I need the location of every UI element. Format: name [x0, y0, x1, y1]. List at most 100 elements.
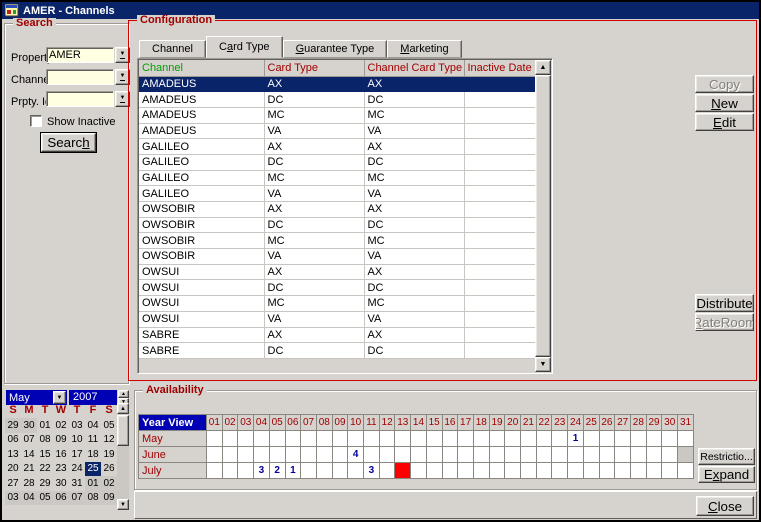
availability-cell[interactable]: [598, 446, 616, 463]
availability-cell[interactable]: [253, 430, 270, 447]
availability-cell[interactable]: [253, 446, 270, 463]
table-row[interactable]: GALILEO MC MC: [139, 170, 536, 187]
calendar-day[interactable]: 14: [21, 447, 37, 462]
calendar-day[interactable]: 12: [101, 433, 117, 448]
availability-cell[interactable]: [472, 446, 490, 463]
availability-cell[interactable]: [551, 462, 569, 479]
availability-cell[interactable]: [677, 446, 694, 463]
availability-cell[interactable]: [457, 446, 474, 463]
scroll-up-button[interactable]: ▲: [117, 403, 129, 414]
availability-cell[interactable]: [614, 462, 631, 479]
availability-cell[interactable]: [315, 462, 333, 479]
table-row[interactable]: OWSUI DC DC: [139, 279, 536, 297]
availability-cell[interactable]: [284, 430, 302, 447]
availability-cell[interactable]: 2: [268, 462, 286, 479]
availability-cell[interactable]: [206, 462, 223, 479]
availability-cell[interactable]: [410, 462, 427, 479]
calendar-day[interactable]: 22: [37, 462, 53, 477]
calendar-day[interactable]: 28: [21, 476, 37, 491]
availability-cell[interactable]: [629, 446, 647, 463]
calendar-day[interactable]: 19: [101, 447, 117, 462]
availability-cell[interactable]: [472, 430, 490, 447]
availability-cell[interactable]: [315, 446, 333, 463]
table-row[interactable]: OWSOBIR VA VA: [139, 248, 536, 265]
availability-cell[interactable]: [425, 446, 443, 463]
availability-cell[interactable]: [410, 446, 427, 463]
availability-cell[interactable]: [520, 446, 537, 463]
tab-card-type[interactable]: Card Type: [205, 36, 283, 58]
availability-cell[interactable]: [363, 446, 380, 463]
availability-cell[interactable]: [237, 430, 255, 447]
availability-cell[interactable]: [300, 446, 317, 463]
calendar-day[interactable]: 04: [21, 490, 37, 505]
calendar-day[interactable]: 10: [69, 433, 85, 448]
calendar-day[interactable]: 06: [53, 490, 69, 505]
availability-cell[interactable]: [457, 462, 474, 479]
availability-cell[interactable]: [488, 430, 506, 447]
table-row[interactable]: OWSUI MC MC: [139, 295, 536, 312]
tab-guarantee-type[interactable]: Guarantee Type: [282, 40, 388, 58]
availability-cell[interactable]: [582, 430, 600, 447]
show-inactive-checkbox[interactable]: [30, 115, 42, 127]
availability-cell[interactable]: [504, 446, 522, 463]
availability-cell[interactable]: [347, 462, 365, 479]
availability-cell[interactable]: [567, 446, 584, 463]
availability-cell[interactable]: [206, 446, 223, 463]
availability-cell[interactable]: [645, 430, 663, 447]
availability-cell[interactable]: [598, 430, 616, 447]
availability-cell[interactable]: [661, 462, 679, 479]
availability-cell[interactable]: [504, 430, 522, 447]
availability-cell[interactable]: [425, 462, 443, 479]
calendar-day[interactable]: 29: [37, 476, 53, 491]
table-row[interactable]: SABRE AX AX: [139, 327, 536, 344]
calendar-day[interactable]: 15: [37, 447, 53, 462]
scroll-down-button[interactable]: ▼: [117, 499, 129, 510]
table-row[interactable]: OWSOBIR AX AX: [139, 201, 536, 218]
availability-cell[interactable]: [300, 462, 317, 479]
scroll-down-button[interactable]: ▼: [535, 357, 551, 372]
availability-cell[interactable]: [331, 462, 349, 479]
calendar-day[interactable]: 02: [101, 476, 117, 491]
calendar-day[interactable]: 20: [5, 462, 21, 477]
calendar-day[interactable]: 08: [37, 433, 53, 448]
availability-cell[interactable]: [441, 446, 459, 463]
year-view-header[interactable]: Year View: [138, 414, 207, 431]
availability-cell[interactable]: [567, 462, 584, 479]
availability-cell[interactable]: [582, 462, 600, 479]
availability-cell[interactable]: [598, 462, 616, 479]
availability-cell[interactable]: 1: [284, 462, 302, 479]
calendar-day[interactable]: 04: [85, 418, 101, 433]
availability-cell[interactable]: [378, 430, 396, 447]
table-row[interactable]: OWSUI VA VA: [139, 311, 536, 328]
calendar-day[interactable]: 30: [53, 476, 69, 491]
availability-cell[interactable]: [221, 446, 239, 463]
availability-cell[interactable]: [206, 430, 223, 447]
calendar-day[interactable]: 06: [5, 433, 21, 448]
availability-cell[interactable]: [268, 446, 286, 463]
prpty-id-input[interactable]: [46, 91, 114, 107]
scrollbar-thumb[interactable]: [535, 75, 551, 357]
availability-cell[interactable]: [394, 462, 412, 479]
availability-cell[interactable]: [331, 446, 349, 463]
availability-cell[interactable]: [394, 430, 412, 447]
table-row[interactable]: OWSUI AX AX: [139, 264, 536, 281]
availability-cell[interactable]: [629, 462, 647, 479]
availability-cell[interactable]: [441, 430, 459, 447]
availability-cell[interactable]: [237, 462, 255, 479]
availability-cell[interactable]: [661, 430, 679, 447]
calendar-day[interactable]: 25: [85, 461, 101, 476]
availability-cell[interactable]: [284, 446, 302, 463]
table-row[interactable]: SABRE DC DC: [139, 342, 536, 359]
table-row[interactable]: GALILEO DC DC: [139, 154, 536, 171]
availability-cell[interactable]: [331, 430, 349, 447]
calendar-day[interactable]: 08: [85, 490, 101, 505]
availability-cell[interactable]: [535, 446, 553, 463]
tab-marketing[interactable]: Marketing: [387, 40, 462, 58]
month-dropdown-button[interactable]: ▼: [53, 391, 66, 404]
calendar-scrollbar[interactable]: ▲ ▼: [117, 403, 129, 510]
availability-cell[interactable]: [315, 430, 333, 447]
availability-cell[interactable]: [535, 462, 553, 479]
year-spinner-up[interactable]: ▲: [118, 390, 129, 398]
availability-cell[interactable]: [629, 430, 647, 447]
availability-cell[interactable]: [221, 430, 239, 447]
